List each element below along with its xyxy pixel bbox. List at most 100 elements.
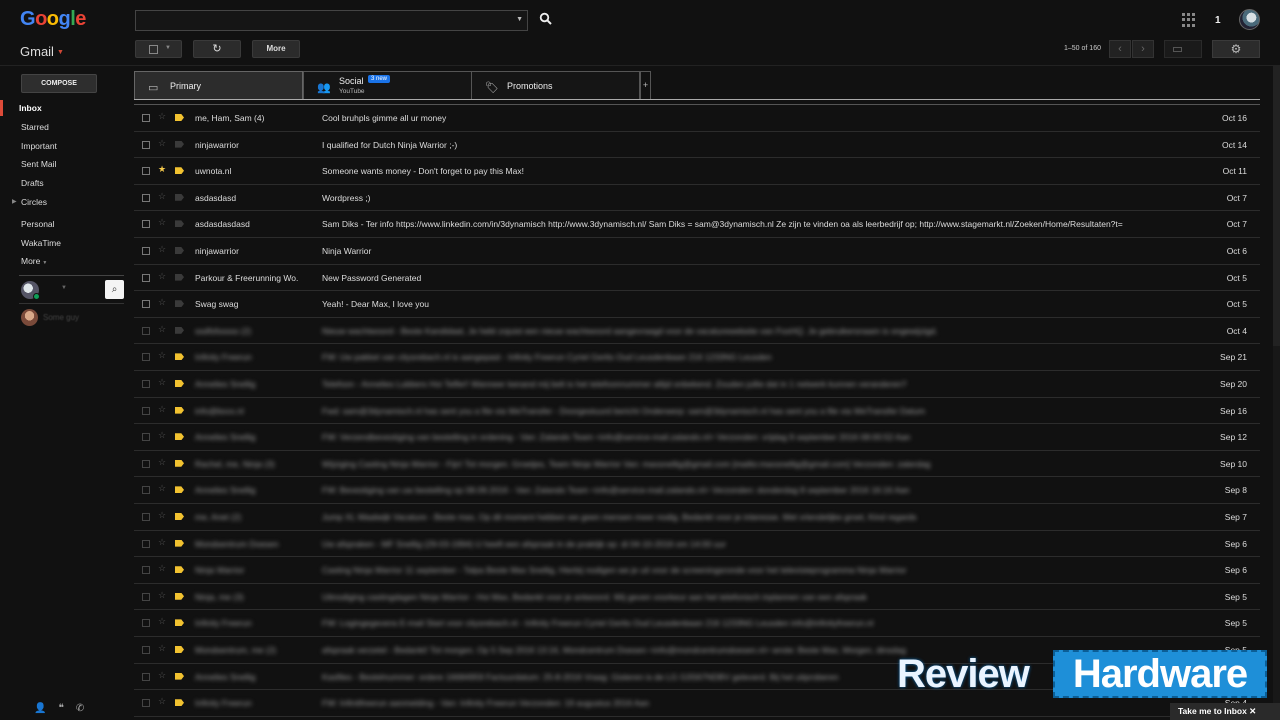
star-icon[interactable]: ☆ — [158, 643, 166, 654]
table-row[interactable]: ☆ Ninja Warrior Casting Ninja Warrior 11 s… — [134, 557, 1260, 584]
table-row[interactable]: ☆ ninjawarrior Ninja Warrior Oct 6 — [134, 238, 1260, 265]
star-icon[interactable]: ☆ — [158, 377, 166, 388]
sidebar-item-sent-mail[interactable]: Sent Mail — [21, 159, 56, 169]
row-checkbox[interactable] — [142, 646, 150, 654]
add-tab-button[interactable]: + — [640, 71, 651, 100]
importance-marker-icon[interactable] — [175, 646, 184, 653]
star-icon[interactable]: ☆ — [158, 430, 166, 441]
importance-marker-icon[interactable] — [175, 114, 184, 121]
row-checkbox[interactable] — [142, 140, 150, 149]
chevron-down-icon[interactable]: ▼ — [61, 285, 67, 291]
row-checkbox[interactable] — [142, 380, 150, 388]
importance-marker-icon[interactable] — [175, 326, 184, 334]
importance-marker-icon[interactable] — [175, 539, 184, 547]
table-row[interactable]: ☆ Annelies Snellig FW: Verzendbevestiging … — [134, 424, 1260, 451]
row-checkbox[interactable] — [142, 699, 150, 708]
expand-arrow-icon[interactable]: ▶ — [12, 198, 17, 205]
row-checkbox[interactable] — [142, 273, 150, 282]
older-page-button[interactable]: › — [1132, 40, 1154, 58]
star-icon[interactable]: ☆ — [158, 138, 166, 149]
compose-button[interactable]: COMPOSE — [21, 74, 97, 93]
row-checkbox[interactable] — [142, 247, 150, 255]
take-me-to-inbox-link[interactable]: Take me to Inbox ✕ — [1170, 703, 1280, 720]
sidebar-item-inbox[interactable]: Inbox — [19, 103, 42, 113]
row-checkbox[interactable] — [142, 167, 150, 176]
sidebar-item-starred[interactable]: Starred — [21, 122, 49, 132]
star-icon[interactable]: ☆ — [158, 670, 166, 681]
tab-promotions[interactable]: 🏷 Promotions — [471, 71, 640, 100]
table-row[interactable]: ☆ Mondsentrum Doesen Uw afspraken - MF Sne… — [134, 531, 1260, 558]
table-row[interactable]: ☆ Annelies Snellig FW: Bevestiging van uw … — [134, 477, 1260, 504]
star-icon[interactable]: ☆ — [158, 324, 166, 335]
star-icon[interactable]: ☆ — [158, 457, 166, 468]
importance-marker-icon[interactable] — [175, 619, 184, 627]
importance-marker-icon[interactable] — [175, 247, 184, 254]
row-checkbox[interactable] — [142, 193, 150, 202]
sidebar-item-drafts[interactable]: Drafts — [21, 178, 44, 188]
star-icon[interactable]: ☆ — [158, 483, 166, 494]
row-checkbox[interactable] — [142, 566, 150, 575]
select-all-button[interactable]: ▼ — [135, 40, 182, 58]
scrollbar-thumb[interactable] — [1273, 66, 1280, 346]
importance-marker-icon[interactable] — [175, 486, 184, 494]
importance-marker-icon[interactable] — [175, 273, 184, 281]
table-row[interactable]: ☆ ssdfsfsssss (2) Nieuw wachtwoord - Beste… — [134, 318, 1260, 345]
table-row[interactable]: ☆ me, Anet (2) Jump XL Waalwijk Vacature -… — [134, 504, 1260, 531]
row-checkbox[interactable] — [142, 406, 150, 415]
scrollbar-track[interactable] — [1273, 346, 1280, 720]
star-icon[interactable]: ☆ — [158, 590, 166, 601]
table-row[interactable]: ☆ info@bxxx.nl Fwd: sam@3dynamisch.nl has … — [134, 398, 1260, 425]
account-avatar[interactable] — [1239, 9, 1260, 30]
row-checkbox[interactable] — [142, 513, 150, 521]
person-icon[interactable]: 👤 — [34, 703, 46, 714]
table-row[interactable]: ☆ Infinity Freerun FW: Logingegevens E-mai… — [134, 610, 1260, 637]
tab-primary[interactable]: ▭ Primary — [134, 71, 303, 100]
search-button[interactable] — [539, 12, 557, 30]
apps-grid-icon[interactable] — [1182, 13, 1196, 27]
sidebar-item-circles[interactable]: Circles — [21, 197, 47, 207]
importance-marker-icon[interactable] — [175, 300, 184, 308]
hangouts-search-button[interactable]: ⌕ — [105, 280, 124, 299]
contact-avatar[interactable] — [21, 309, 38, 326]
table-row[interactable]: ★ uwnota.nl Someone wants money - Don't fo… — [134, 158, 1260, 185]
importance-marker-icon[interactable] — [175, 167, 184, 175]
row-checkbox[interactable] — [142, 539, 150, 548]
search-input[interactable]: ▼ — [135, 10, 528, 31]
search-options-dropdown-icon[interactable]: ▼ — [516, 16, 523, 23]
star-icon[interactable]: ☆ — [158, 404, 166, 415]
row-checkbox[interactable] — [142, 459, 150, 468]
star-icon[interactable]: ☆ — [158, 191, 166, 202]
star-icon[interactable]: ☆ — [158, 696, 166, 707]
star-icon[interactable]: ★ — [158, 164, 166, 175]
table-row[interactable]: ☆ me, Ham, Sam (4) Cool bruhpls gimme all … — [134, 105, 1260, 132]
sidebar-item-wakatime[interactable]: WakaTime — [21, 238, 61, 248]
importance-marker-icon[interactable] — [175, 380, 184, 387]
row-checkbox[interactable] — [142, 592, 150, 601]
row-checkbox[interactable] — [142, 220, 150, 229]
hangouts-quote-icon[interactable]: ❝ — [58, 703, 63, 714]
table-row[interactable]: ☆ asdasdasdasd Sam Diks - Ter info https:/… — [134, 211, 1260, 238]
importance-marker-icon[interactable] — [175, 140, 184, 148]
table-row[interactable]: ☆ Rachel, me, Ninja (3) Wijziging Casting … — [134, 451, 1260, 478]
row-checkbox[interactable] — [142, 114, 150, 122]
importance-marker-icon[interactable] — [175, 433, 184, 441]
star-icon[interactable]: ☆ — [158, 244, 166, 255]
table-row[interactable]: ☆ Ninja, me (3) Uitnodiging castingdagen N… — [134, 584, 1260, 611]
sidebar-item-important[interactable]: Important — [21, 141, 57, 151]
row-checkbox[interactable] — [142, 326, 150, 335]
phone-icon[interactable]: ✆ — [76, 703, 84, 714]
settings-button[interactable]: ⚙ — [1212, 40, 1260, 58]
row-checkbox[interactable] — [142, 353, 150, 362]
more-actions-button[interactable]: More — [252, 40, 300, 58]
star-icon[interactable]: ☆ — [158, 537, 166, 548]
display-density-button[interactable] — [1164, 40, 1202, 58]
google-logo[interactable]: Google — [20, 8, 86, 31]
notification-count[interactable]: 1 — [1215, 15, 1221, 26]
sidebar-item-more[interactable]: More ▼ — [21, 256, 47, 266]
importance-marker-icon[interactable] — [175, 592, 184, 600]
importance-marker-icon[interactable] — [175, 699, 184, 707]
table-row[interactable]: ☆ Swag swag Yeah! - Dear Max, I love you Oc… — [134, 291, 1260, 318]
importance-marker-icon[interactable] — [175, 672, 184, 680]
importance-marker-icon[interactable] — [175, 513, 184, 520]
row-checkbox[interactable] — [142, 672, 150, 681]
